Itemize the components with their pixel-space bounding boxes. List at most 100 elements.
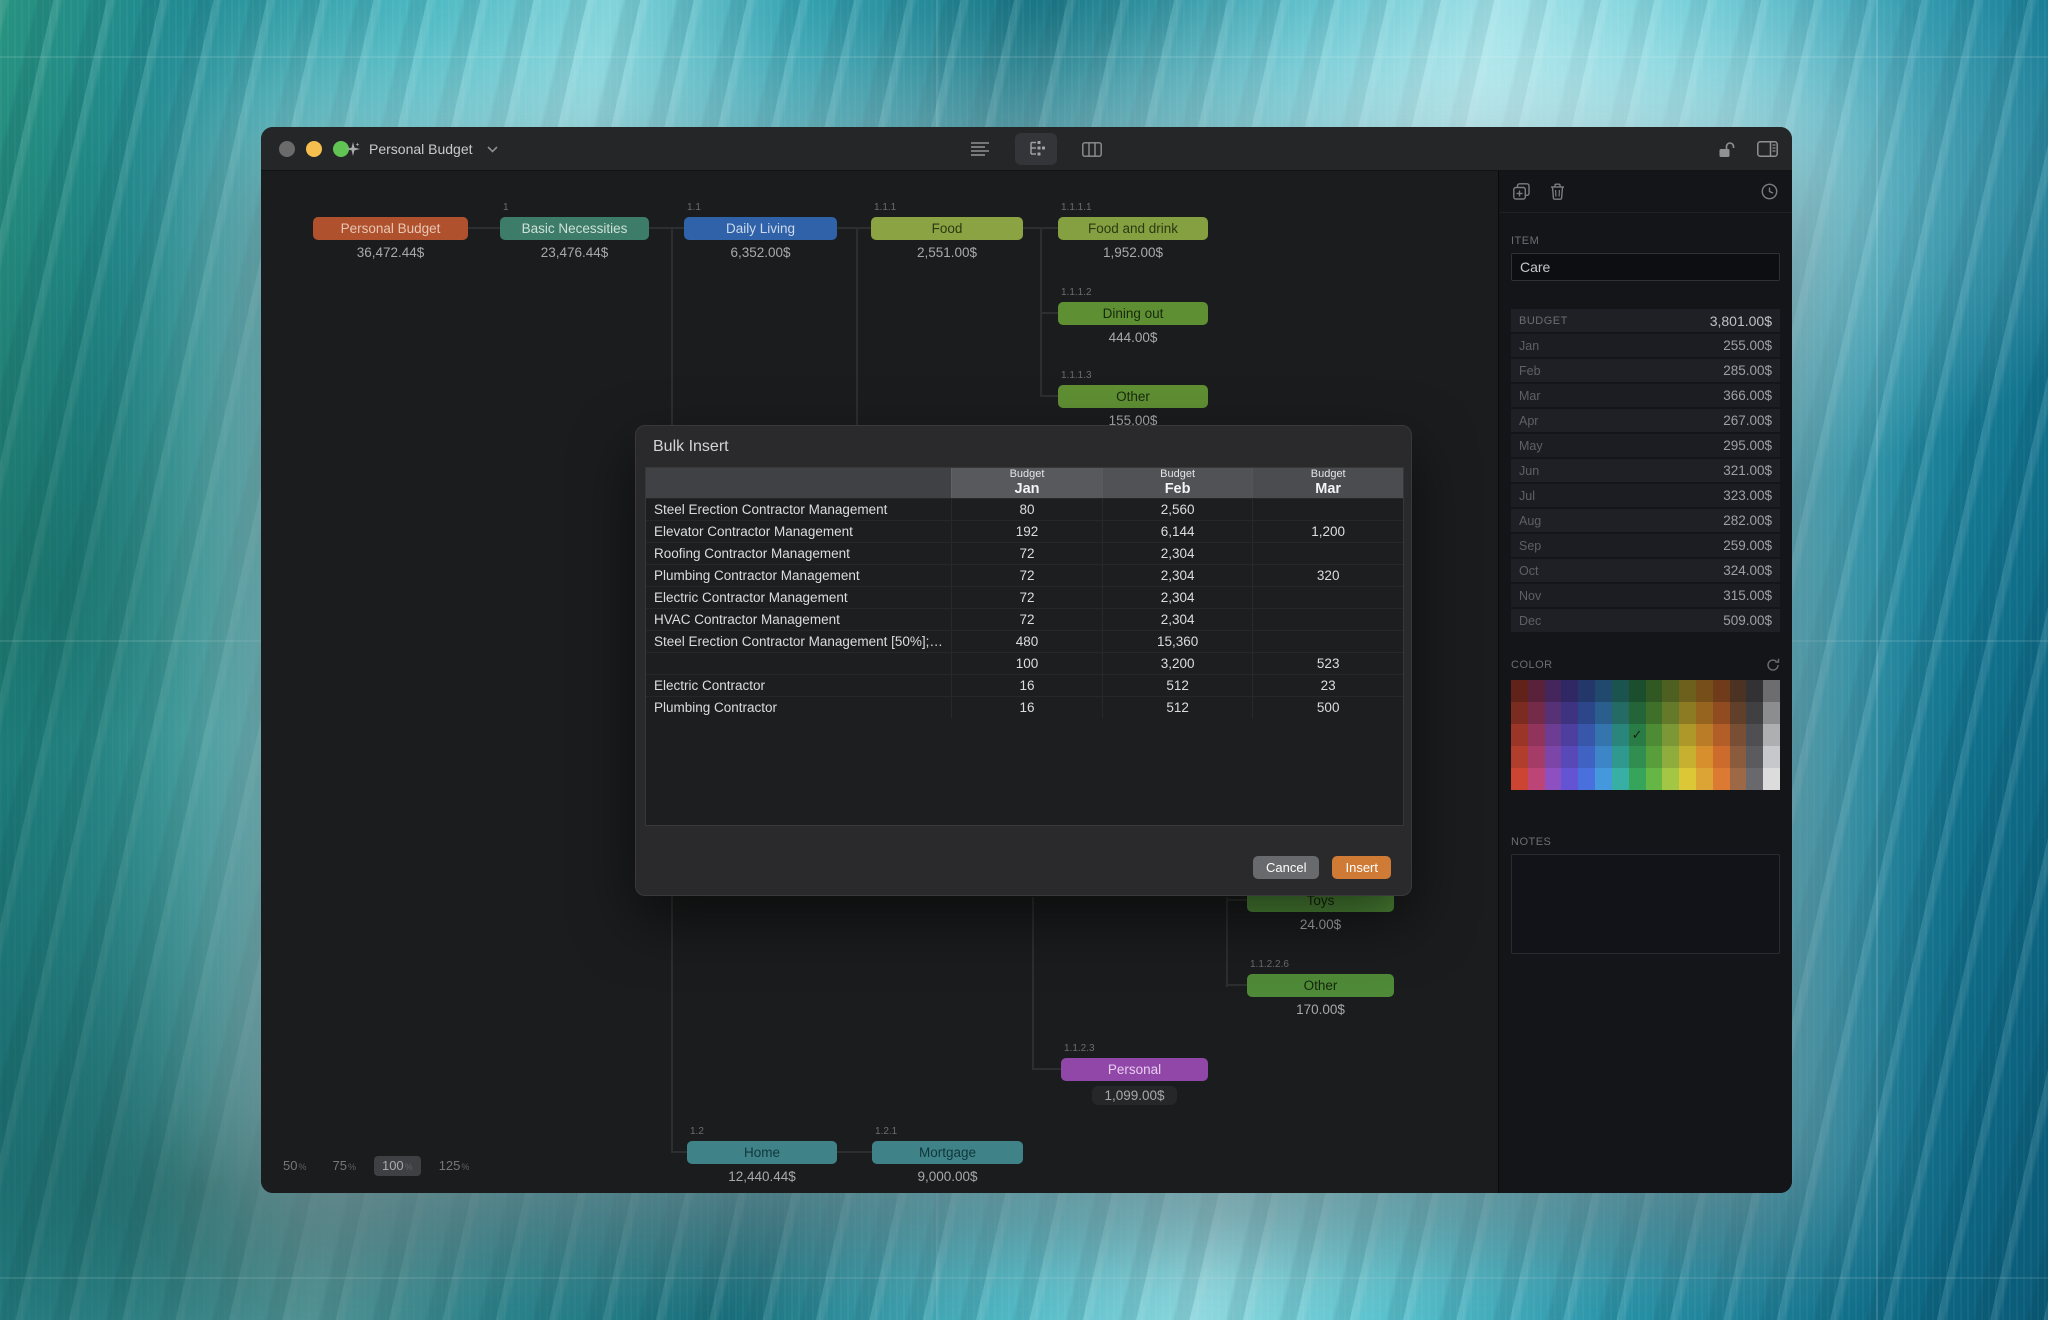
zoom-level-125[interactable]: 125% xyxy=(431,1156,478,1176)
color-swatch[interactable] xyxy=(1612,702,1629,724)
table-cell[interactable]: 15,360 xyxy=(1102,631,1253,652)
month-row-nov[interactable]: Nov315.00$ xyxy=(1511,584,1780,607)
color-swatch[interactable] xyxy=(1612,746,1629,768)
color-swatch[interactable] xyxy=(1646,702,1663,724)
node-pill[interactable]: Daily Living xyxy=(684,217,837,240)
color-swatch[interactable] xyxy=(1561,746,1578,768)
node-other-food[interactable]: 1.1.1.3 Other 155.00$ xyxy=(1058,370,1208,428)
color-swatch[interactable] xyxy=(1713,702,1730,724)
table-row[interactable]: Roofing Contractor Management722,304 xyxy=(646,542,1403,564)
color-swatch[interactable] xyxy=(1595,724,1612,746)
color-swatch[interactable] xyxy=(1746,746,1763,768)
table-cell[interactable]: 512 xyxy=(1102,697,1253,718)
node-pill[interactable]: Home xyxy=(687,1141,837,1164)
list-view-button[interactable] xyxy=(959,133,1001,165)
table-row[interactable]: Electric Contractor1651223 xyxy=(646,674,1403,696)
table-cell[interactable]: 2,304 xyxy=(1102,543,1253,564)
node-pill[interactable]: Mortgage xyxy=(872,1141,1023,1164)
color-swatch[interactable] xyxy=(1595,680,1612,702)
color-swatch[interactable] xyxy=(1696,702,1713,724)
table-cell[interactable]: Plumbing Contractor Management xyxy=(646,565,951,586)
color-swatch[interactable] xyxy=(1545,724,1562,746)
document-title-menu[interactable]: Personal Budget xyxy=(345,127,498,171)
table-cell[interactable]: 192 xyxy=(951,521,1102,542)
color-swatch[interactable] xyxy=(1730,724,1747,746)
table-cell[interactable]: 523 xyxy=(1252,653,1403,674)
color-swatch[interactable] xyxy=(1662,746,1679,768)
color-swatch[interactable] xyxy=(1679,724,1696,746)
table-cell[interactable]: 72 xyxy=(951,609,1102,630)
color-swatch[interactable] xyxy=(1511,746,1528,768)
color-swatch[interactable] xyxy=(1561,702,1578,724)
zoom-level-75[interactable]: 75% xyxy=(324,1156,363,1176)
node-food[interactable]: 1.1.1 Food 2,551.00$ xyxy=(871,202,1023,260)
node-pill[interactable]: Personal xyxy=(1061,1058,1208,1081)
table-row[interactable]: Electric Contractor Management722,304 xyxy=(646,586,1403,608)
color-swatch[interactable] xyxy=(1730,768,1747,790)
table-cell[interactable] xyxy=(646,653,951,674)
table-row[interactable]: Elevator Contractor Management1926,1441,… xyxy=(646,520,1403,542)
table-cell[interactable]: 320 xyxy=(1252,565,1403,586)
table-row[interactable]: 1003,200523 xyxy=(646,652,1403,674)
color-swatch[interactable] xyxy=(1528,724,1545,746)
zoom-level-50[interactable]: 50% xyxy=(275,1156,314,1176)
color-swatch[interactable] xyxy=(1629,702,1646,724)
color-swatch[interactable] xyxy=(1646,724,1663,746)
color-swatch[interactable] xyxy=(1662,724,1679,746)
color-swatch[interactable] xyxy=(1696,746,1713,768)
node-personal-budget[interactable]: Personal Budget 36,472.44$ xyxy=(313,202,468,260)
color-swatch[interactable] xyxy=(1545,746,1562,768)
zoom-level-100[interactable]: 100% xyxy=(374,1156,421,1176)
table-cell[interactable]: 512 xyxy=(1102,675,1253,696)
color-swatch[interactable] xyxy=(1662,702,1679,724)
color-swatch[interactable] xyxy=(1679,680,1696,702)
color-swatch[interactable] xyxy=(1746,724,1763,746)
node-pill[interactable]: Personal Budget xyxy=(313,217,468,240)
shuffle-colors-button[interactable] xyxy=(1766,658,1780,672)
notes-input[interactable] xyxy=(1511,854,1780,954)
color-swatch[interactable]: ✓ xyxy=(1629,724,1646,746)
table-cell[interactable]: Electric Contractor xyxy=(646,675,951,696)
table-cell[interactable]: 72 xyxy=(951,565,1102,586)
color-swatch[interactable] xyxy=(1763,680,1780,702)
color-swatch[interactable] xyxy=(1545,768,1562,790)
table-cell[interactable]: 2,304 xyxy=(1102,565,1253,586)
color-swatch[interactable] xyxy=(1561,724,1578,746)
color-swatch[interactable] xyxy=(1545,702,1562,724)
node-mortgage[interactable]: 1.2.1 Mortgage 9,000.00$ xyxy=(872,1126,1023,1184)
table-cell[interactable] xyxy=(1252,609,1403,630)
color-swatch[interactable] xyxy=(1713,724,1730,746)
table-cell[interactable] xyxy=(1252,499,1403,520)
table-cell[interactable]: Steel Erection Contractor Management [50… xyxy=(646,631,951,652)
month-row-jun[interactable]: Jun321.00$ xyxy=(1511,459,1780,482)
table-cell[interactable]: 2,304 xyxy=(1102,587,1253,608)
color-swatch[interactable] xyxy=(1612,680,1629,702)
color-swatch[interactable] xyxy=(1679,746,1696,768)
table-cell[interactable]: 6,144 xyxy=(1102,521,1253,542)
color-swatch[interactable] xyxy=(1511,680,1528,702)
table-cell[interactable]: 72 xyxy=(951,587,1102,608)
month-row-sep[interactable]: Sep259.00$ xyxy=(1511,534,1780,557)
node-food-and-drink[interactable]: 1.1.1.1 Food and drink 1,952.00$ xyxy=(1058,202,1208,260)
month-row-jul[interactable]: Jul323.00$ xyxy=(1511,484,1780,507)
color-swatch[interactable] xyxy=(1763,724,1780,746)
table-cell[interactable]: Elevator Contractor Management xyxy=(646,521,951,542)
color-swatch[interactable] xyxy=(1713,746,1730,768)
color-swatch[interactable] xyxy=(1528,680,1545,702)
table-cell[interactable]: 23 xyxy=(1252,675,1403,696)
color-swatch[interactable] xyxy=(1662,680,1679,702)
month-row-mar[interactable]: Mar366.00$ xyxy=(1511,384,1780,407)
color-swatch[interactable] xyxy=(1578,746,1595,768)
table-cell[interactable]: Steel Erection Contractor Management xyxy=(646,499,951,520)
item-input[interactable] xyxy=(1511,253,1780,281)
table-cell[interactable]: Electric Contractor Management xyxy=(646,587,951,608)
color-swatch[interactable] xyxy=(1629,746,1646,768)
color-swatch[interactable] xyxy=(1646,768,1663,790)
color-swatch[interactable] xyxy=(1763,768,1780,790)
color-swatch[interactable] xyxy=(1595,746,1612,768)
table-row[interactable]: Steel Erection Contractor Management [50… xyxy=(646,630,1403,652)
month-row-jan[interactable]: Jan255.00$ xyxy=(1511,334,1780,357)
table-cell[interactable] xyxy=(1252,631,1403,652)
color-swatch[interactable] xyxy=(1696,724,1713,746)
node-pill[interactable]: Other xyxy=(1058,385,1208,408)
